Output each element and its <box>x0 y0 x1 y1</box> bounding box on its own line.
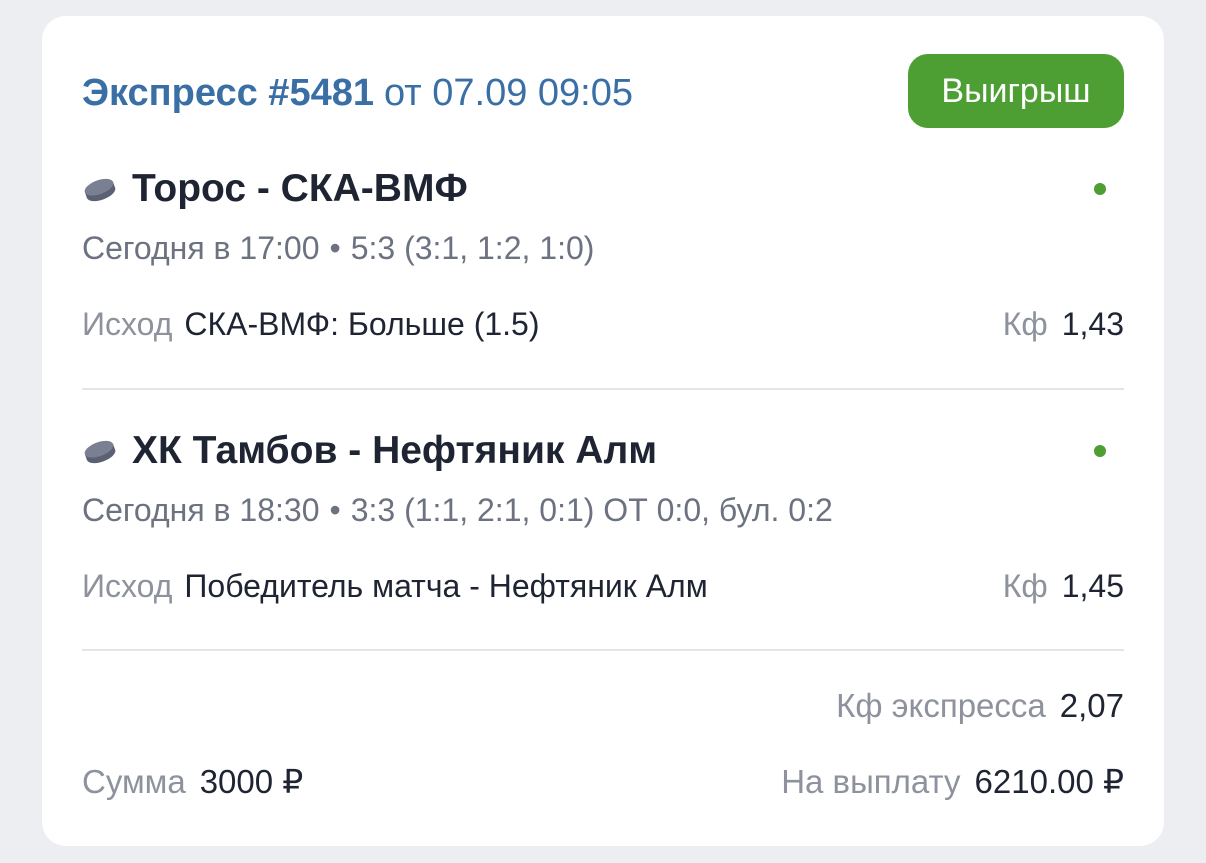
bet-title: Экспресс #5481 от 07.09 09:05 <box>82 70 633 116</box>
stake: Сумма 3000 ₽ <box>82 760 303 804</box>
outcome-label: Исход <box>82 306 173 342</box>
event-time: Сегодня в 18:30 <box>82 492 320 528</box>
event-name: Торос - СКА-ВМФ <box>132 167 468 210</box>
outcome-value: СКА-ВМФ: Больше (1.5) <box>184 306 540 342</box>
event-header: Торос - СКА-ВМФ <box>82 164 1124 214</box>
express-coef-row: Кф экспресса 2,07 <box>82 684 1124 728</box>
payout-row: Сумма 3000 ₽ На выплату 6210.00 ₽ <box>82 760 1124 804</box>
express-coef-label: Кф экспресса <box>836 687 1046 724</box>
separator-dot: • <box>329 230 341 266</box>
event-score: 5:3 (3:1, 1:2, 1:0) <box>350 230 595 266</box>
coef-label: Кф <box>1002 306 1048 342</box>
payout-value: 6210.00 ₽ <box>974 763 1124 800</box>
status-dot <box>1094 445 1106 457</box>
divider <box>82 388 1124 390</box>
hockey-puck-icon <box>84 178 116 202</box>
hockey-puck-icon <box>84 440 116 464</box>
outcome-label: Исход <box>82 568 173 604</box>
coef-value: 1,43 <box>1061 306 1124 342</box>
event-name: ХК Тамбов - Нефтяник Алм <box>132 429 658 472</box>
outcome-value: Победитель матча - Нефтяник Алм <box>184 568 708 604</box>
event-item[interactable]: Торос - СКА-ВМФ Сегодня в 17:00 • 5:3 (3:1… <box>82 164 1124 354</box>
separator-dot: • <box>329 492 341 528</box>
status-badge: Выигрыш <box>908 54 1124 128</box>
event-header: ХК Тамбов - Нефтяник Алм <box>82 426 1124 476</box>
bet-date: от 07.09 09:05 <box>383 72 633 114</box>
divider <box>82 649 1124 651</box>
bet-number: Экспресс #5481 <box>82 72 374 114</box>
payout-label: На выплату <box>781 763 961 800</box>
payout: На выплату 6210.00 ₽ <box>781 760 1124 804</box>
event-item[interactable]: ХК Тамбов - Нефтяник Алм Сегодня в 18:30… <box>82 426 1124 616</box>
outcome-row: Исход СКА-ВМФ: Больше (1.5) Кф 1,43 <box>82 304 1124 344</box>
bet-header: Экспресс #5481 от 07.09 09:05 Выигрыш <box>82 54 1124 132</box>
status-dot <box>1094 183 1106 195</box>
coef: Кф 1,43 <box>1003 304 1124 344</box>
express-coef-value: 2,07 <box>1059 687 1124 724</box>
express-coef: Кф экспресса 2,07 <box>836 684 1124 728</box>
event-time: Сегодня в 17:00 <box>82 230 320 266</box>
outcome-row: Исход Победитель матча - Нефтяник Алм Кф 1… <box>82 566 1124 606</box>
stake-value: 3000 ₽ <box>199 763 304 800</box>
event-info: Сегодня в 18:30 • 3:3 (1:1, 2:1, 0:1) ОТ 0… <box>82 490 833 530</box>
event-score: 3:3 (1:1, 2:1, 0:1) ОТ 0:0, бул. 0:2 <box>350 492 833 528</box>
bet-card[interactable]: Экспресс #5481 от 07.09 09:05 Выигрыш Тор… <box>42 16 1164 846</box>
coef: Кф 1,45 <box>1003 566 1124 606</box>
coef-value: 1,45 <box>1061 568 1124 604</box>
stake-label: Сумма <box>82 763 186 800</box>
event-info: Сегодня в 17:00 • 5:3 (3:1, 1:2, 1:0) <box>82 228 594 268</box>
coef-label: Кф <box>1002 568 1048 604</box>
